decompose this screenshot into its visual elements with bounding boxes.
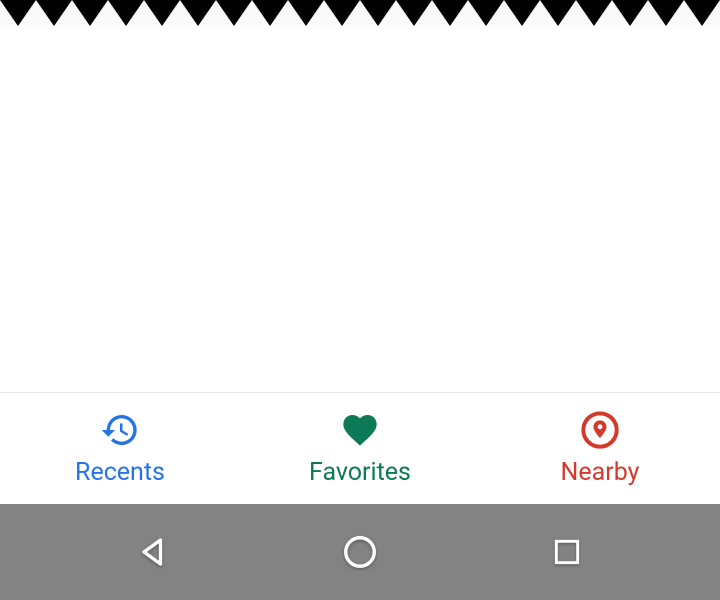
system-navigation-bar <box>0 504 720 600</box>
nav-item-favorites[interactable]: Favorites <box>240 393 480 504</box>
overview-button[interactable] <box>545 530 589 574</box>
nav-label-recents: Recents <box>75 458 165 487</box>
nav-item-recents[interactable]: Recents <box>0 393 240 504</box>
history-icon <box>100 410 140 450</box>
home-button[interactable] <box>338 530 382 574</box>
content-area <box>0 26 720 392</box>
back-button[interactable] <box>131 530 175 574</box>
nav-label-nearby: Nearby <box>561 458 640 487</box>
bottom-navigation: Recents Favorites Nearby <box>0 392 720 504</box>
nav-label-favorites: Favorites <box>309 458 411 487</box>
heart-icon <box>340 410 380 450</box>
zigzag-decoration <box>0 0 720 26</box>
nav-item-nearby[interactable]: Nearby <box>480 393 720 504</box>
location-icon <box>580 410 620 450</box>
